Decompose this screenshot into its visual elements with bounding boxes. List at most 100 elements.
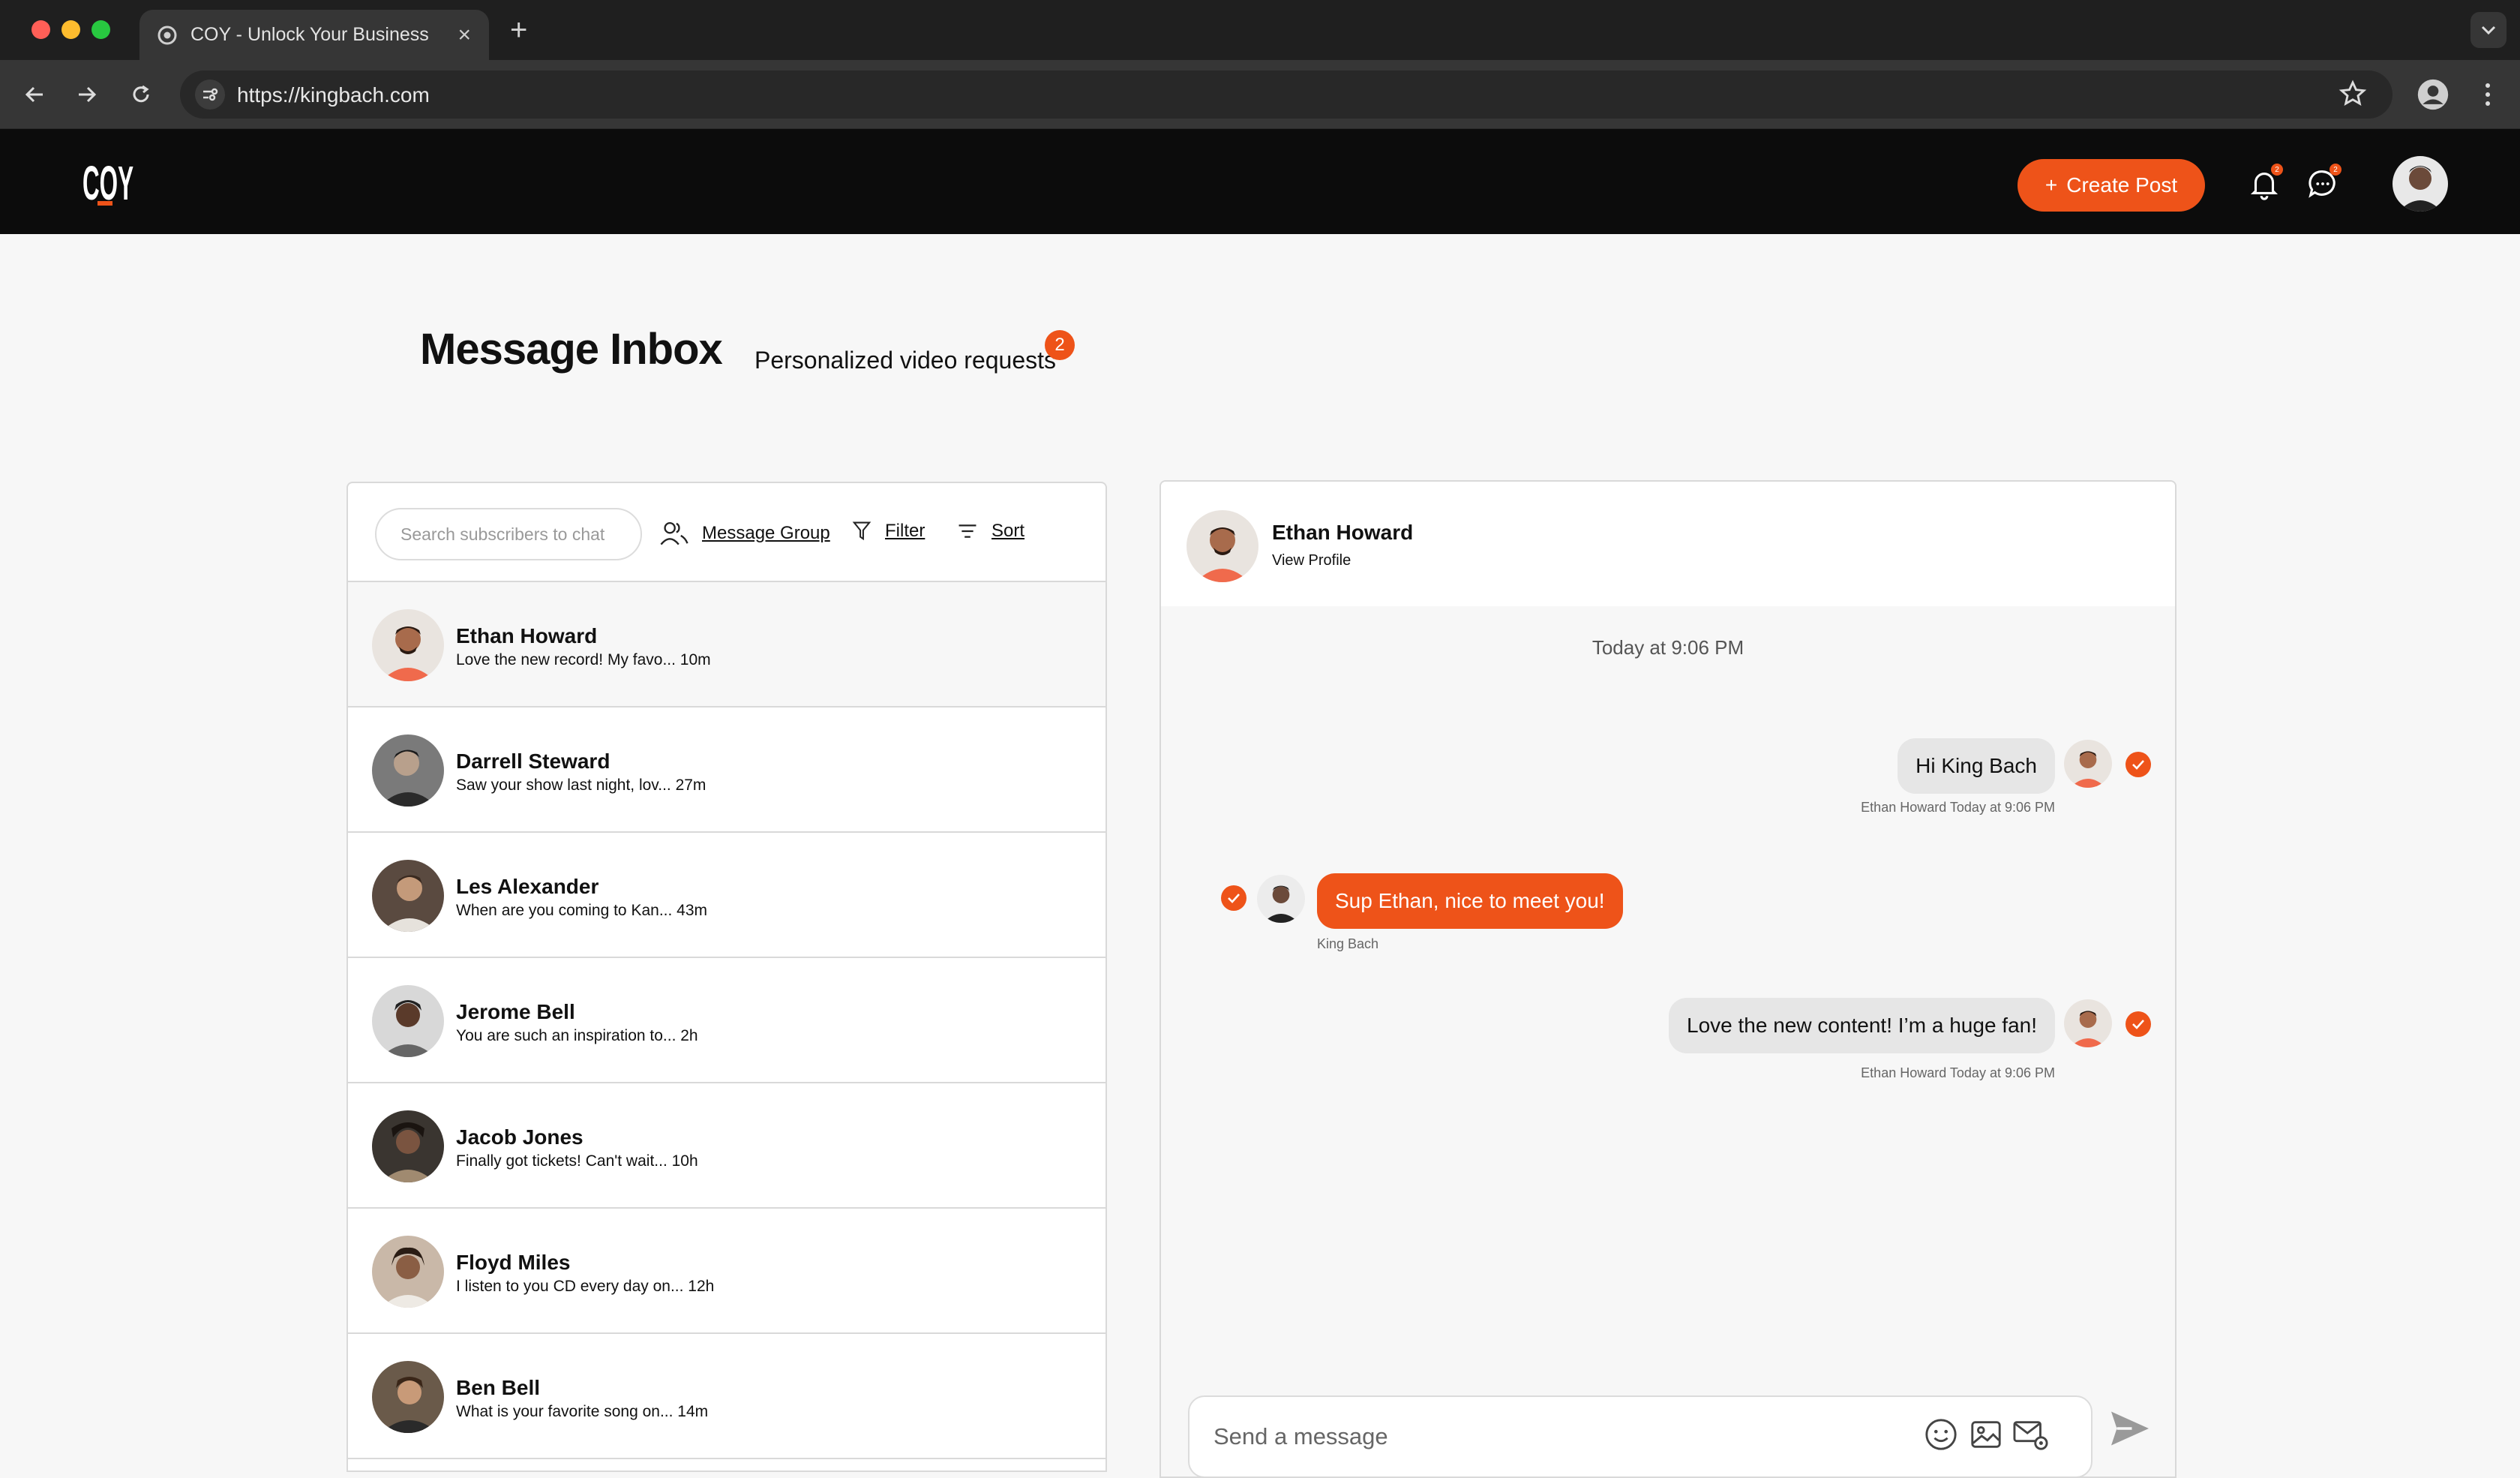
conversation-preview: What is your favorite song on... 14m [456,1403,709,1420]
arrow-right-icon [79,86,97,103]
contact-name: Ethan Howard [1272,521,1414,544]
video-requests-badge: 2 [1045,330,1075,360]
browser-tab-bar: COY - Unlock Your Business × + [0,0,2520,60]
read-check-icon [2126,1011,2151,1037]
svg-text:COY: COY [82,156,134,209]
profile-icon[interactable] [2416,78,2450,111]
conversation-item[interactable]: Jerome Bell You are such an inspiration … [348,958,1106,1083]
contact-avatar[interactable] [1186,510,1258,582]
send-icon [2111,1411,2149,1446]
conversation-list-panel: Message Group Filter Sort Ethan Howard L… [346,482,1107,1472]
user-avatar[interactable] [2392,156,2448,212]
chevron-down-icon [2481,26,2496,35]
conversation-name: Ethan Howard [456,624,598,647]
avatar [372,1361,444,1433]
sender-avatar [2064,999,2112,1047]
arrow-left-icon [25,86,43,103]
message-input[interactable] [1214,1418,1888,1455]
tab-search-button[interactable] [2470,12,2506,48]
reload-button[interactable] [126,80,156,110]
conversation-item[interactable]: Darrell Steward Saw your show last night… [348,707,1106,833]
avatar [372,609,444,681]
conversation-preview: Saw your show last night, lov... 27m [456,777,706,794]
site-settings-icon[interactable] [195,80,225,110]
filter-button[interactable]: Filter [852,521,925,542]
message-meta: Ethan Howard Today at 9:06 PM [1861,800,2055,815]
conversation-name: Jacob Jones [456,1125,584,1149]
message-meta: King Bach [1317,936,1379,951]
attach-image-button[interactable] [1966,1415,2006,1454]
users-icon [660,521,688,545]
mail-settings-icon [2013,1421,2048,1450]
tab-title: COY - Unlock Your Business [190,24,429,45]
site-header: COY + Create Post 2 2 [0,129,2520,234]
conversation-preview: When are you coming to Kan... 43m [456,902,708,919]
conversation-preview: You are such an inspiration to... 2h [456,1027,698,1044]
coy-logo[interactable]: COY [82,153,135,212]
read-check-icon [2126,752,2151,777]
conversation-item[interactable]: Ben Bell What is your favorite song on..… [348,1334,1106,1459]
message-settings-button[interactable] [2012,1415,2050,1454]
forward-button[interactable] [72,80,102,110]
messages-badge: 2 [2330,164,2342,176]
message-meta: Ethan Howard Today at 9:06 PM [1861,1065,2055,1080]
message-bubble: Sup Ethan, nice to meet you! [1317,873,1623,929]
conversation-name: Jerome Bell [456,1000,575,1023]
message-group-label: Message Group [702,523,830,543]
sender-avatar [1257,875,1305,923]
conversation-name: Ben Bell [456,1376,541,1399]
bookmark-star-icon[interactable] [2338,80,2367,108]
window-controls [32,20,110,39]
notification-badge: 2 [2271,164,2283,176]
new-tab-icon[interactable]: + [510,14,527,47]
conversation-name: Floyd Miles [456,1251,571,1274]
message-composer [1188,1395,2092,1476]
avatar [372,860,444,932]
minimize-window-button[interactable] [62,20,80,39]
conversation-item[interactable]: Ethan Howard Love the new record! My fav… [348,582,1106,707]
browser-toolbar: https://kingbach.com [0,60,2520,129]
search-input[interactable] [375,508,642,560]
conversation-item[interactable]: Jacob Jones Finally got tickets! Can't w… [348,1083,1106,1209]
read-check-icon [1221,885,1246,911]
message-bubble: Hi King Bach [1898,738,2055,794]
maximize-window-button[interactable] [92,20,110,39]
address-bar[interactable]: https://kingbach.com [180,71,2392,119]
browser-menu-icon[interactable] [2476,81,2499,108]
conversation-preview: I listen to you CD every day on... 12h [456,1278,715,1295]
close-window-button[interactable] [32,20,50,39]
video-requests-link[interactable]: Personalized video requests [754,347,1056,374]
conversation-preview: Finally got tickets! Can't wait... 10h [456,1152,698,1170]
conversation-item[interactable]: Les Alexander When are you coming to Kan… [348,833,1106,958]
create-post-button[interactable]: + Create Post [2018,159,2205,212]
avatar [372,1236,444,1308]
page-title: Message Inbox [420,325,723,374]
view-profile-link[interactable]: View Profile [1272,552,1351,569]
sort-label: Sort [992,521,1025,541]
conversation-item[interactable]: Floyd Miles I listen to you CD every day… [348,1209,1106,1334]
messages-button[interactable]: 2 [2306,164,2342,201]
filter-icon [852,521,872,541]
image-icon [1971,1421,2001,1448]
conversation-name: Darrell Steward [456,750,610,773]
back-button[interactable] [20,80,50,110]
sort-icon [958,524,976,538]
avatar [372,734,444,807]
filter-label: Filter [885,521,926,541]
sort-button[interactable]: Sort [957,521,1024,542]
close-tab-icon[interactable]: × [458,23,471,48]
list-toolbar: Message Group Filter Sort [348,483,1106,582]
avatar [372,985,444,1057]
notifications-button[interactable]: 2 [2247,164,2283,201]
conversation-name: Les Alexander [456,875,599,898]
sender-avatar [2064,740,2112,788]
chat-header: Ethan Howard View Profile [1161,482,2175,606]
conversation-preview: Love the new record! My favo... 10m [456,651,711,668]
message-group-button[interactable]: Message Group [660,521,830,546]
emoji-button[interactable] [1922,1415,1960,1454]
browser-tab[interactable]: COY - Unlock Your Business × [140,10,489,60]
message-bubble: Love the new content! I’m a huge fan! [1669,998,2055,1053]
chat-timestamp: Today at 9:06 PM [1592,636,1744,659]
plus-icon: + [2044,173,2058,197]
send-button[interactable] [2108,1406,2152,1451]
